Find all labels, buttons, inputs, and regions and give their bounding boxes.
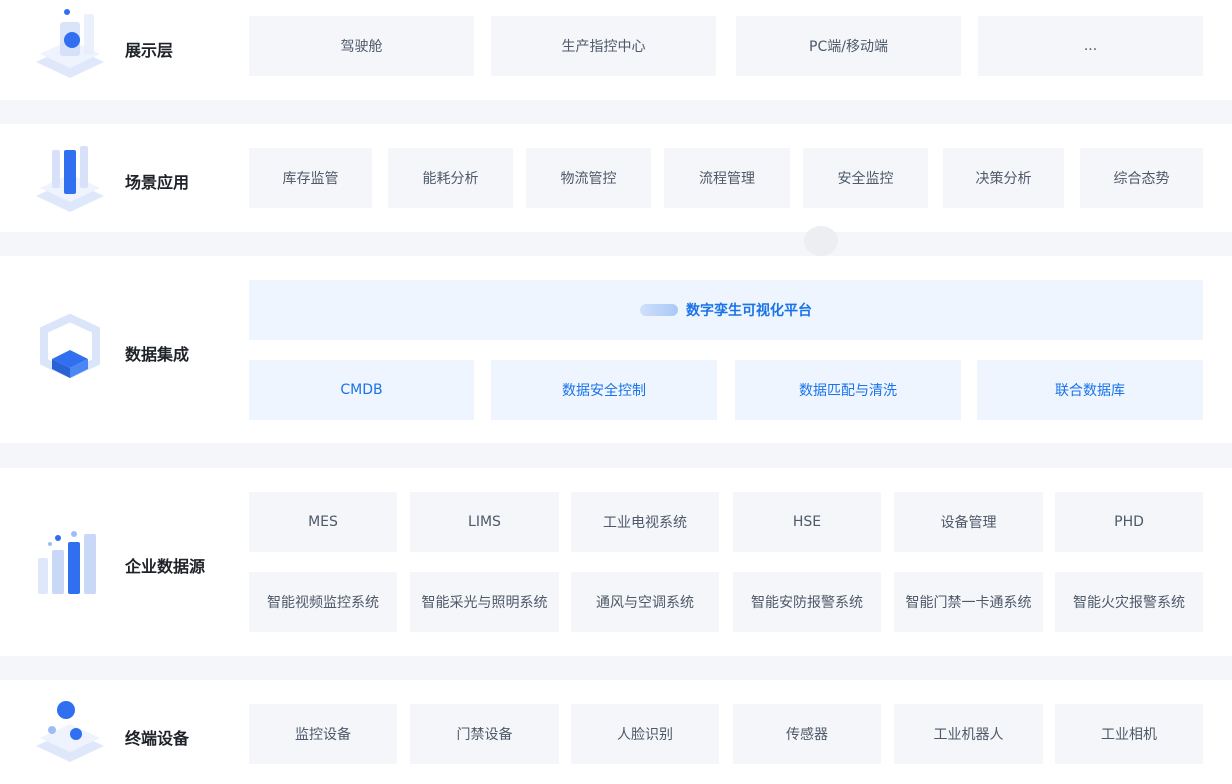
scene-application-icon xyxy=(30,140,110,224)
tile-production-command[interactable]: 生产指控中心 xyxy=(491,16,716,76)
platform-title: 数字孪生可视化平台 xyxy=(686,303,812,319)
enterprise-data-source-icon xyxy=(30,524,110,608)
tile-video-monitoring[interactable]: 智能视频监控系统 xyxy=(249,572,397,632)
platform-banner[interactable]: 数字孪生可视化平台 xyxy=(249,280,1203,340)
terminal-device-row: 终端设备 监控设备 门禁设备 人脸识别 传感器 工业机器人 工业相机 xyxy=(0,680,1232,784)
decorative-blob xyxy=(804,226,838,256)
row-label: 展示层 xyxy=(125,41,174,60)
row-label: 终端设备 xyxy=(125,729,190,748)
row-label: 场景应用 xyxy=(125,173,190,192)
tile-industrial-tv[interactable]: 工业电视系统 xyxy=(571,492,719,552)
tile-fire-alarm[interactable]: 智能火灾报警系统 xyxy=(1055,572,1203,632)
tile-sensor[interactable]: 传感器 xyxy=(733,704,881,764)
tile-face-recognition[interactable]: 人脸识别 xyxy=(571,704,719,764)
tile-hse[interactable]: HSE xyxy=(733,492,881,552)
data-integration-row: 数据集成 数字孪生可视化平台 CMDB 数据安全控制 数据匹配与清洗 联合数据库 xyxy=(0,256,1232,443)
tile-inventory[interactable]: 库存监管 xyxy=(249,148,372,208)
terminal-device-icon xyxy=(30,694,110,778)
tile-lighting[interactable]: 智能采光与照明系统 xyxy=(410,572,559,632)
display-layer-row: 展示层 驾驶舱 生产指控中心 PC端/移动端 ... xyxy=(0,0,1232,100)
tile-data-security[interactable]: 数据安全控制 xyxy=(491,360,717,420)
tile-situation[interactable]: 综合态势 xyxy=(1080,148,1203,208)
tile-phd[interactable]: PHD xyxy=(1055,492,1203,552)
tile-data-matching[interactable]: 数据匹配与清洗 xyxy=(735,360,961,420)
tile-mes[interactable]: MES xyxy=(249,492,397,552)
tile-monitoring-device[interactable]: 监控设备 xyxy=(249,704,397,764)
scene-application-row: 场景应用 库存监管 能耗分析 物流管控 流程管理 安全监控 决策分析 综合态势 xyxy=(0,124,1232,232)
tile-decision[interactable]: 决策分析 xyxy=(943,148,1064,208)
tile-federated-db[interactable]: 联合数据库 xyxy=(977,360,1203,420)
tile-security-alarm[interactable]: 智能安防报警系统 xyxy=(733,572,881,632)
tile-security[interactable]: 安全监控 xyxy=(803,148,928,208)
tile-access-card[interactable]: 智能门禁一卡通系统 xyxy=(894,572,1043,632)
data-integration-icon xyxy=(30,310,110,394)
tile-equipment-mgmt[interactable]: 设备管理 xyxy=(894,492,1043,552)
tile-hvac[interactable]: 通风与空调系统 xyxy=(571,572,719,632)
enterprise-data-source-row: 企业数据源 MES LIMS 工业电视系统 HSE 设备管理 PHD 智能视频监… xyxy=(0,468,1232,656)
tile-pc-mobile[interactable]: PC端/移动端 xyxy=(736,16,961,76)
tile-industrial-camera[interactable]: 工业相机 xyxy=(1055,704,1203,764)
tile-energy[interactable]: 能耗分析 xyxy=(388,148,513,208)
blurred-logo xyxy=(640,304,678,316)
display-layer-icon xyxy=(30,6,110,90)
tile-industrial-robot[interactable]: 工业机器人 xyxy=(894,704,1043,764)
tile-access-device[interactable]: 门禁设备 xyxy=(410,704,559,764)
tile-cmdb[interactable]: CMDB xyxy=(249,360,474,420)
tile-process[interactable]: 流程管理 xyxy=(664,148,790,208)
tile-more[interactable]: ... xyxy=(978,16,1203,76)
row-label: 数据集成 xyxy=(125,345,190,364)
tile-cockpit[interactable]: 驾驶舱 xyxy=(249,16,474,76)
tile-lims[interactable]: LIMS xyxy=(410,492,559,552)
tile-logistics[interactable]: 物流管控 xyxy=(526,148,651,208)
row-label: 企业数据源 xyxy=(125,557,206,576)
